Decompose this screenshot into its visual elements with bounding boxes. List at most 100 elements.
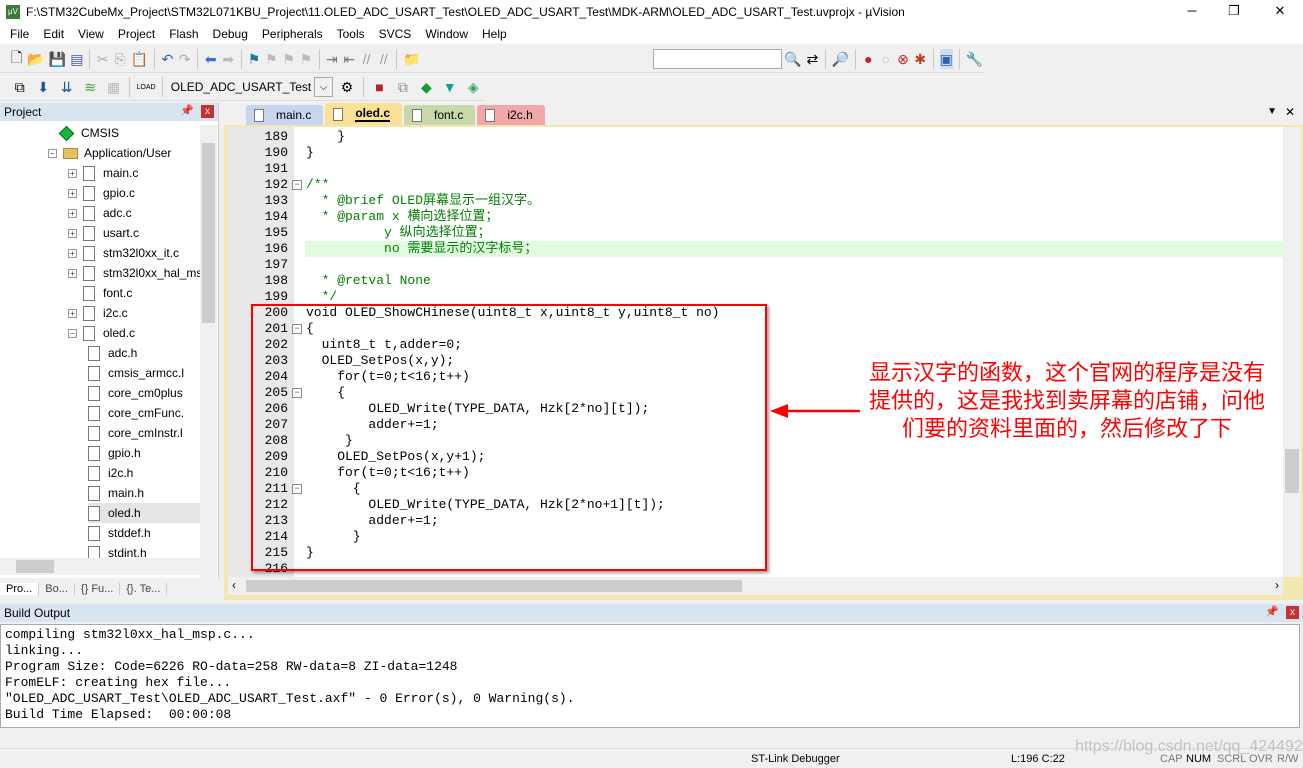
indent-icon[interactable]: ⇥ (325, 49, 338, 69)
save-all-icon[interactable]: ▤ (70, 49, 83, 69)
menu-peripherals[interactable]: Peripherals (255, 27, 330, 41)
paste-icon[interactable]: 📋 (131, 49, 148, 69)
expander-icon[interactable]: + (68, 228, 77, 238)
tree-item[interactable]: core_cm0plus (88, 383, 183, 403)
tree-item[interactable]: + adc.c (68, 203, 132, 223)
tab-oled-c[interactable]: oled.c (325, 103, 403, 125)
menu-window[interactable]: Window (418, 27, 475, 41)
code-line[interactable]: 189 } (228, 129, 1283, 145)
rebuild-icon[interactable]: ⇊ (57, 77, 76, 97)
project-pane-tab[interactable]: {} Fu... (75, 583, 121, 595)
back-icon[interactable]: ⬅ (204, 49, 217, 69)
window-layout-icon[interactable]: ▣ (939, 49, 953, 69)
redo-icon[interactable]: ↷ (178, 49, 191, 69)
tab-font-c[interactable]: font.c (404, 105, 476, 125)
code-line[interactable]: 191 (228, 161, 1283, 177)
next-bookmark-icon[interactable]: ⚑ (282, 49, 295, 69)
code-line[interactable]: 198 * @retval None (228, 273, 1283, 289)
uncomment-icon[interactable]: // (377, 49, 390, 69)
tree-item[interactable]: + main.c (68, 163, 138, 183)
menu-edit[interactable]: Edit (36, 27, 71, 41)
tree-item[interactable]: + stm32l0xx_it.c (68, 243, 179, 263)
menu-tools[interactable]: Tools (330, 27, 372, 41)
scrollbar-thumb[interactable] (202, 143, 215, 323)
tree-item[interactable]: cmsis_armcc.l (88, 363, 184, 383)
menu-file[interactable]: File (3, 27, 36, 41)
editor-horizontal-scrollbar[interactable]: ‹ › (228, 577, 1283, 595)
editor-vertical-scrollbar[interactable] (1283, 127, 1301, 577)
fold-toggle-icon[interactable]: − (292, 180, 302, 190)
tree-item[interactable]: + usart.c (68, 223, 139, 243)
translate-icon[interactable]: ⧉ (10, 77, 29, 97)
new-file-icon[interactable]: 🗋 (10, 49, 23, 69)
comment-icon[interactable]: // (360, 49, 373, 69)
file-extensions-icon[interactable]: ■ (370, 77, 389, 97)
configure-icon[interactable]: 🔧 (966, 49, 983, 69)
maximize-button[interactable]: ❐ (1212, 0, 1256, 22)
open-folder-icon[interactable]: 📂 (27, 49, 44, 69)
tab-i2c-h[interactable]: i2c.h (477, 105, 545, 125)
code-line[interactable]: 190} (228, 145, 1283, 161)
select-software-packs-icon[interactable]: ◆ (417, 77, 436, 97)
menu-flash[interactable]: Flash (162, 27, 205, 41)
debug-session-icon[interactable]: 🔎 (832, 49, 849, 69)
project-pane-tab[interactable]: {}. Te... (120, 583, 168, 595)
expander-icon[interactable]: + (68, 188, 77, 198)
save-icon[interactable]: 💾 (49, 49, 66, 69)
find-combo[interactable] (652, 49, 783, 69)
tree-item[interactable]: + gpio.c (68, 183, 135, 203)
bookmark-icon[interactable]: ⚑ (247, 49, 261, 69)
code-line[interactable]: 192−/** (228, 177, 1283, 193)
tree-item[interactable]: − Application/User (48, 143, 171, 163)
project-tree-scrollbar[interactable] (200, 125, 217, 578)
project-tree-hscrollbar[interactable] (0, 558, 200, 575)
code-line[interactable]: 197 (228, 257, 1283, 273)
tab-list-dropdown-icon[interactable]: ▼ (1267, 106, 1277, 117)
close-tab-icon[interactable]: ✕ (1285, 105, 1295, 119)
close-button[interactable]: ✕ (1258, 0, 1302, 22)
pin-icon[interactable]: 📌 (1265, 605, 1279, 618)
load-download-icon[interactable]: LOAD (136, 77, 156, 97)
code-line[interactable]: 194 * @param x 横向选择位置； (228, 209, 1283, 225)
build-icon[interactable]: ⬇ (33, 77, 52, 97)
expander-icon[interactable]: + (68, 248, 77, 258)
run-time-environment-icon[interactable]: ◈ (464, 77, 483, 97)
tree-item[interactable]: i2c.h (88, 463, 133, 483)
forward-icon[interactable]: ➡ (221, 49, 234, 69)
expander-icon[interactable]: + (68, 168, 77, 178)
close-pane-icon[interactable]: x (201, 105, 214, 118)
tree-item[interactable]: main.h (88, 483, 144, 503)
tree-item[interactable]: core_cmFunc. (88, 403, 184, 423)
tree-item[interactable]: CMSIS (58, 123, 119, 143)
code-line[interactable]: 193 * @brief OLED屏幕显示一组汉字。 (228, 193, 1283, 209)
unindent-icon[interactable]: ⇤ (343, 49, 356, 69)
tree-item[interactable]: gpio.h (88, 443, 141, 463)
tree-item[interactable]: − oled.c (68, 323, 135, 343)
scrollbar-thumb[interactable] (246, 580, 742, 592)
prev-bookmark-icon[interactable]: ⚑ (265, 49, 278, 69)
find-in-files-icon[interactable]: 📁 (403, 49, 420, 69)
tree-item[interactable]: oled.h (88, 503, 200, 523)
menu-svcs[interactable]: SVCS (372, 27, 419, 41)
batch-build-icon[interactable]: ≋ (80, 77, 99, 97)
cut-icon[interactable]: ✂ (96, 49, 109, 69)
code-line[interactable]: 195 y 纵向选择位置； (228, 225, 1283, 241)
disable-breakpoint-icon[interactable]: ○ (879, 49, 892, 69)
tree-item[interactable]: + stm32l0xx_hal_ms (68, 263, 200, 283)
incremental-find-icon[interactable]: ⇄ (806, 49, 819, 69)
tree-item[interactable]: font.c (68, 283, 132, 303)
menu-project[interactable]: Project (111, 27, 162, 41)
minimize-button[interactable]: ─ (1170, 0, 1214, 22)
expander-icon[interactable]: − (48, 148, 57, 158)
manage-components-icon[interactable]: ⧉ (393, 77, 412, 97)
menu-view[interactable]: View (71, 27, 111, 41)
code-line[interactable]: 199 */ (228, 289, 1283, 305)
stop-build-icon[interactable]: ▦ (104, 77, 123, 97)
tree-item[interactable]: + i2c.c (68, 303, 128, 323)
pin-icon[interactable]: 📌 (180, 104, 194, 117)
scrollbar-thumb[interactable] (1285, 449, 1299, 493)
menu-debug[interactable]: Debug (206, 27, 255, 41)
expander-icon[interactable]: − (68, 328, 77, 338)
tab-main-c[interactable]: main.c (246, 105, 324, 125)
target-select[interactable]: OLED_ADC_USART_Test (167, 77, 312, 97)
